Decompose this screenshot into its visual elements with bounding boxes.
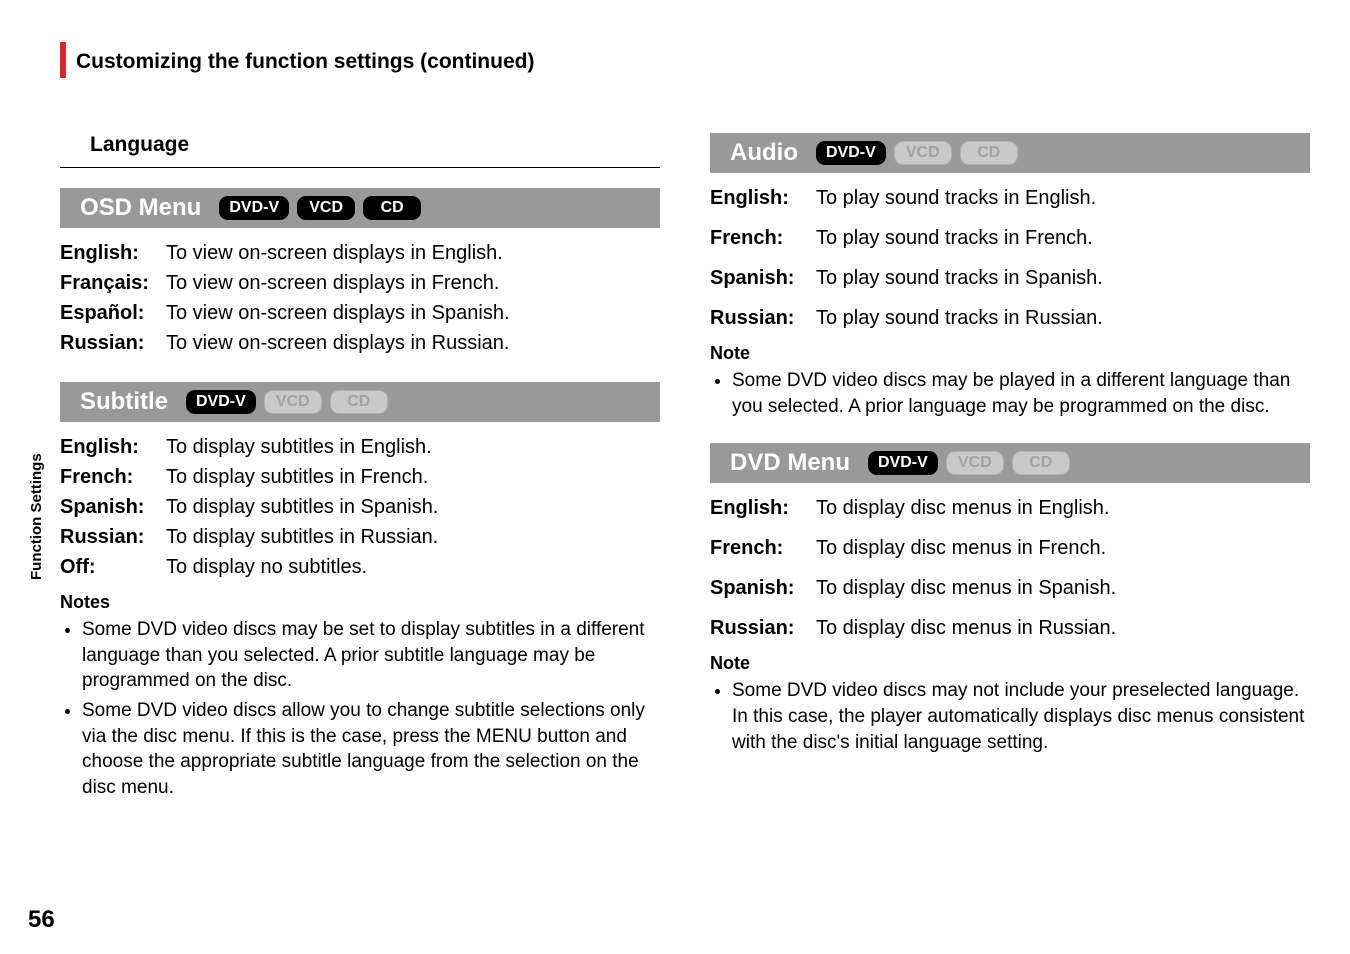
note-item: Some DVD video discs may not include you… bbox=[732, 678, 1310, 755]
badge-dvdv: DVD-V bbox=[816, 141, 886, 165]
term: French: bbox=[60, 462, 160, 492]
subtitle-bar: Subtitle DVD-V VCD CD bbox=[60, 382, 660, 422]
desc: To play sound tracks in English. bbox=[810, 183, 1310, 213]
list-item: English:To view on-screen displays in En… bbox=[60, 238, 660, 268]
badge-dvdv: DVD-V bbox=[219, 196, 289, 220]
osd-list: English:To view on-screen displays in En… bbox=[60, 238, 660, 358]
desc: To play sound tracks in French. bbox=[810, 223, 1310, 253]
desc: To view on-screen displays in Spanish. bbox=[160, 298, 660, 328]
badge-dvdv: DVD-V bbox=[186, 390, 256, 414]
list-item: English:To play sound tracks in English. bbox=[710, 183, 1310, 213]
term: Russian: bbox=[710, 613, 810, 643]
term: English: bbox=[710, 493, 810, 523]
dvd-menu-title: DVD Menu bbox=[730, 449, 850, 477]
note-item: Some DVD video discs may be played in a … bbox=[732, 368, 1310, 419]
subtitle-list: English:To display subtitles in English.… bbox=[60, 432, 660, 582]
desc: To display disc menus in Spanish. bbox=[810, 573, 1310, 603]
desc: To display no subtitles. bbox=[160, 552, 660, 582]
list-item: Russian:To display subtitles in Russian. bbox=[60, 522, 660, 552]
audio-title: Audio bbox=[730, 139, 798, 167]
audio-block: Audio DVD-V VCD CD English:To play sound… bbox=[710, 133, 1310, 419]
list-item: Russian:To view on-screen displays in Ru… bbox=[60, 328, 660, 358]
badge-vcd: VCD bbox=[946, 451, 1004, 475]
term: Russian: bbox=[710, 303, 810, 333]
list-item: Russian:To display disc menus in Russian… bbox=[710, 613, 1310, 643]
divider bbox=[60, 167, 660, 168]
term: Off: bbox=[60, 552, 160, 582]
language-heading: Language bbox=[90, 133, 660, 157]
list-item: French:To play sound tracks in French. bbox=[710, 223, 1310, 253]
term: Russian: bbox=[60, 522, 160, 552]
list-item: French:To display disc menus in French. bbox=[710, 533, 1310, 563]
dvd-menu-block: DVD Menu DVD-V VCD CD English:To display… bbox=[710, 443, 1310, 755]
list-item: Spanish:To display subtitles in Spanish. bbox=[60, 492, 660, 522]
content-columns: Language OSD Menu DVD-V VCD CD English:T… bbox=[60, 133, 1310, 824]
left-column: Language OSD Menu DVD-V VCD CD English:T… bbox=[60, 133, 660, 824]
desc: To display subtitles in Russian. bbox=[160, 522, 660, 552]
notes-list: Some DVD video discs may be played in a … bbox=[710, 368, 1310, 419]
term: French: bbox=[710, 533, 810, 563]
list-item: English:To display disc menus in English… bbox=[710, 493, 1310, 523]
subtitle-title: Subtitle bbox=[80, 388, 168, 416]
notes-heading: Notes bbox=[60, 592, 660, 613]
section-side-label: Function Settings bbox=[28, 453, 45, 580]
badge-cd: CD bbox=[960, 141, 1018, 165]
osd-menu-title: OSD Menu bbox=[80, 194, 201, 222]
audio-list: English:To play sound tracks in English.… bbox=[710, 183, 1310, 333]
list-item: Spanish:To display disc menus in Spanish… bbox=[710, 573, 1310, 603]
desc: To display subtitles in French. bbox=[160, 462, 660, 492]
osd-menu-block: OSD Menu DVD-V VCD CD English:To view on… bbox=[60, 188, 660, 358]
dvd-menu-bar: DVD Menu DVD-V VCD CD bbox=[710, 443, 1310, 483]
list-item: Russian:To play sound tracks in Russian. bbox=[710, 303, 1310, 333]
badge-cd: CD bbox=[363, 196, 421, 220]
term: Spanish: bbox=[710, 573, 810, 603]
desc: To play sound tracks in Spanish. bbox=[810, 263, 1310, 293]
term: Russian: bbox=[60, 328, 160, 358]
notes-heading: Note bbox=[710, 653, 1310, 674]
desc: To display subtitles in Spanish. bbox=[160, 492, 660, 522]
note-item: Some DVD video discs may be set to displ… bbox=[82, 617, 660, 694]
term: French: bbox=[710, 223, 810, 253]
notes-heading: Note bbox=[710, 343, 1310, 364]
badge-cd: CD bbox=[1012, 451, 1070, 475]
desc: To display disc menus in English. bbox=[810, 493, 1310, 523]
list-item: Español:To view on-screen displays in Sp… bbox=[60, 298, 660, 328]
page-title: Customizing the function settings (conti… bbox=[76, 50, 534, 74]
list-item: French:To display subtitles in French. bbox=[60, 462, 660, 492]
dvd-menu-list: English:To display disc menus in English… bbox=[710, 493, 1310, 643]
desc: To view on-screen displays in French. bbox=[160, 268, 660, 298]
notes-list: Some DVD video discs may not include you… bbox=[710, 678, 1310, 755]
list-item: Français:To view on-screen displays in F… bbox=[60, 268, 660, 298]
term: Español: bbox=[60, 298, 160, 328]
desc: To play sound tracks in Russian. bbox=[810, 303, 1310, 333]
list-item: Spanish:To play sound tracks in Spanish. bbox=[710, 263, 1310, 293]
badge-cd: CD bbox=[330, 390, 388, 414]
term: English: bbox=[60, 238, 160, 268]
term: Français: bbox=[60, 268, 160, 298]
page-number: 56 bbox=[28, 906, 55, 934]
desc: To view on-screen displays in Russian. bbox=[160, 328, 660, 358]
audio-bar: Audio DVD-V VCD CD bbox=[710, 133, 1310, 173]
badge-vcd: VCD bbox=[894, 141, 952, 165]
term: Spanish: bbox=[710, 263, 810, 293]
subtitle-block: Subtitle DVD-V VCD CD English:To display… bbox=[60, 382, 660, 800]
badge-dvdv: DVD-V bbox=[868, 451, 938, 475]
badge-vcd: VCD bbox=[297, 196, 355, 220]
notes-list: Some DVD video discs may be set to displ… bbox=[60, 617, 660, 800]
note-item: Some DVD video discs allow you to change… bbox=[82, 698, 660, 801]
accent-bar-icon bbox=[60, 42, 66, 78]
desc: To display disc menus in Russian. bbox=[810, 613, 1310, 643]
list-item: Off:To display no subtitles. bbox=[60, 552, 660, 582]
page-header: Customizing the function settings (conti… bbox=[60, 50, 1310, 78]
list-item: English:To display subtitles in English. bbox=[60, 432, 660, 462]
right-column: Audio DVD-V VCD CD English:To play sound… bbox=[710, 133, 1310, 824]
osd-menu-bar: OSD Menu DVD-V VCD CD bbox=[60, 188, 660, 228]
desc: To view on-screen displays in English. bbox=[160, 238, 660, 268]
badge-vcd: VCD bbox=[264, 390, 322, 414]
term: English: bbox=[710, 183, 810, 213]
term: Spanish: bbox=[60, 492, 160, 522]
desc: To display subtitles in English. bbox=[160, 432, 660, 462]
desc: To display disc menus in French. bbox=[810, 533, 1310, 563]
term: English: bbox=[60, 432, 160, 462]
